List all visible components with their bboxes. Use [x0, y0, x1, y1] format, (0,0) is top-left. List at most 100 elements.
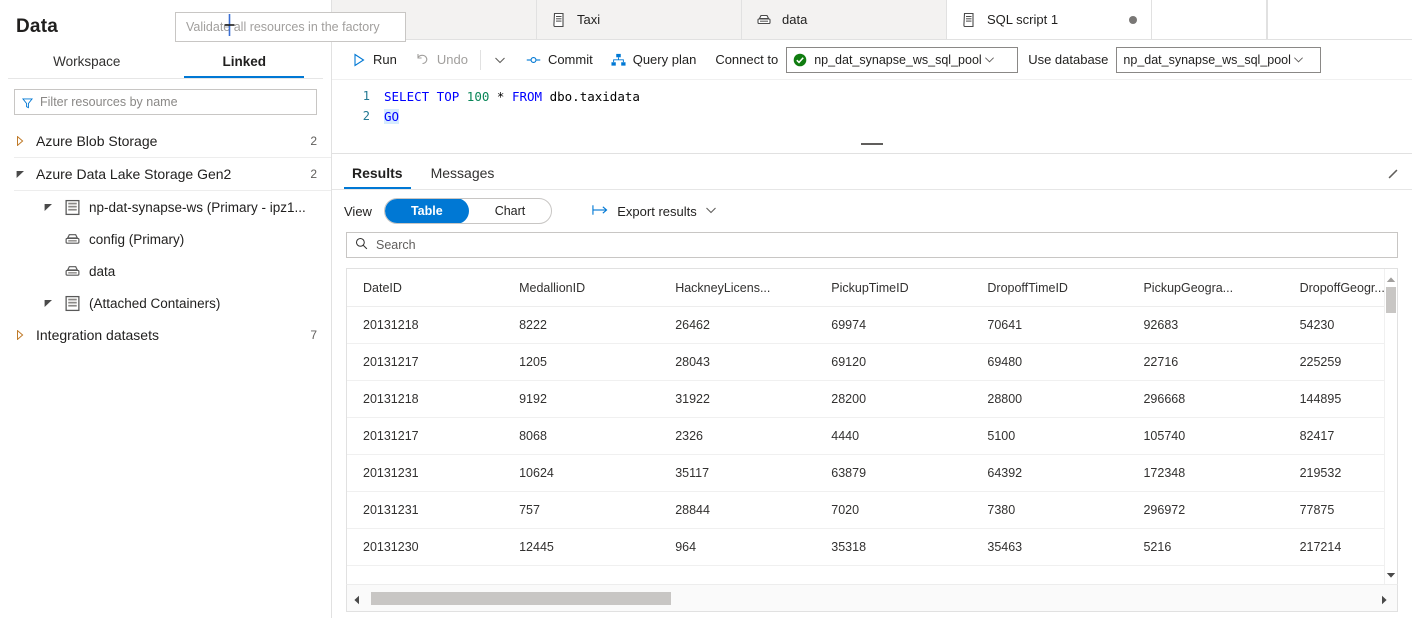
- tab-messages[interactable]: Messages: [423, 165, 503, 189]
- tree-item-integration-datasets[interactable]: Integration datasets 7: [0, 319, 331, 351]
- code-content: GO: [384, 108, 400, 124]
- expand-diagonal-icon[interactable]: [1384, 165, 1402, 183]
- cell: 225259: [1283, 343, 1397, 381]
- cell: 7020: [815, 491, 972, 529]
- results-panel: Results Messages View Table Chart Export…: [332, 154, 1412, 618]
- linked-resources-tree: Azure Blob Storage 2 Azure Data Lake Sto…: [0, 125, 331, 351]
- results-search-row: Search: [332, 232, 1412, 268]
- chevron-down-icon[interactable]: [42, 297, 54, 309]
- tab-workspace[interactable]: Workspace: [8, 48, 166, 78]
- column-header-dateid[interactable]: DateID: [347, 269, 504, 307]
- connect-to-dropdown[interactable]: np_dat_synapse_ws_sql_pool: [786, 46, 1019, 73]
- cell: 92683: [1127, 306, 1284, 344]
- results-table-body: 20131218 8222 26462 69974 70641 92683 54…: [347, 306, 1397, 566]
- column-header-medallionid[interactable]: MedallionID: [503, 269, 660, 307]
- tree-item-count: 2: [310, 167, 317, 181]
- filter-placeholder: Filter resources by name: [40, 95, 178, 109]
- view-option-chart[interactable]: Chart: [469, 199, 552, 223]
- column-header-dropoffgeography[interactable]: DropoffGeogr...: [1283, 269, 1397, 307]
- unsaved-changes-indicator: [1129, 15, 1137, 24]
- results-horizontal-scrollbar[interactable]: [346, 584, 1398, 612]
- chevron-right-icon[interactable]: [14, 135, 26, 147]
- cell: 964: [659, 528, 816, 566]
- pane-splitter[interactable]: [332, 136, 1412, 154]
- table-row[interactable]: 20131218 9192 31922 28200 28800 296668 1…: [347, 380, 1397, 418]
- cell: 20131230: [347, 528, 504, 566]
- scroll-down-icon[interactable]: [1386, 567, 1396, 582]
- query-plan-button[interactable]: Query plan: [602, 48, 706, 71]
- undo-label: Undo: [436, 52, 468, 67]
- cell: 20131218: [347, 306, 504, 344]
- chevron-right-icon[interactable]: [14, 329, 26, 341]
- export-results-button[interactable]: Export results: [586, 200, 722, 223]
- document-tabstrip: SQL Taxi: [332, 0, 1412, 40]
- results-vertical-scrollbar[interactable]: [1384, 269, 1397, 584]
- horizontal-scroll-thumb[interactable]: [371, 591, 671, 605]
- results-grid-scroll[interactable]: DateID MedallionID HackneyLicens... Pick…: [347, 269, 1397, 584]
- scroll-right-icon[interactable]: [1381, 593, 1391, 605]
- undo-button[interactable]: Undo: [406, 48, 477, 71]
- code-line: 1 SELECT TOP 100 * FROM dbo.taxidata: [332, 86, 1412, 106]
- tree-item-azure-data-lake-storage-gen2[interactable]: Azure Data Lake Storage Gen2 2: [0, 158, 331, 190]
- tree-item-data[interactable]: data: [0, 255, 331, 287]
- cell: 69480: [971, 343, 1128, 381]
- cell: 296668: [1127, 380, 1284, 418]
- scroll-left-icon[interactable]: [353, 593, 363, 605]
- run-button[interactable]: Run: [342, 48, 406, 71]
- tree-item-config-primary[interactable]: config (Primary): [0, 223, 331, 255]
- use-database-dropdown[interactable]: np_dat_synapse_ws_sql_pool: [1116, 46, 1322, 73]
- cell: 69974: [815, 306, 972, 344]
- column-header-dropofftimeid[interactable]: DropoffTimeID: [971, 269, 1128, 307]
- splitter-grip[interactable]: [861, 143, 883, 145]
- doc-tab-sql-script-1[interactable]: SQL script 1: [947, 0, 1152, 39]
- cell: 69120: [815, 343, 972, 381]
- vertical-scroll-thumb[interactable]: [1386, 287, 1396, 313]
- chevron-down-icon[interactable]: [42, 201, 54, 213]
- cell: 28043: [659, 343, 816, 381]
- scroll-up-icon[interactable]: [1386, 271, 1396, 286]
- view-label: View: [344, 203, 372, 219]
- doc-tab-taxi[interactable]: Taxi: [537, 0, 742, 39]
- sql-code-editor[interactable]: 1 SELECT TOP 100 * FROM dbo.taxidata 2 G…: [332, 80, 1412, 136]
- column-header-hackneylicense[interactable]: HackneyLicens...: [659, 269, 816, 307]
- table-row[interactable]: 20131217 1205 28043 69120 69480 22716 22…: [347, 343, 1397, 381]
- bottom-padding: [332, 612, 1412, 618]
- tabstrip-filler: [1267, 0, 1412, 39]
- sql-script-icon: [551, 12, 567, 28]
- cell: 77875: [1283, 491, 1397, 529]
- table-row[interactable]: 20131218 8222 26462 69974 70641 92683 54…: [347, 306, 1397, 344]
- cell: 757: [503, 491, 660, 529]
- column-header-pickuptimeid[interactable]: PickupTimeID: [815, 269, 972, 307]
- sql-command-bar: Run Undo Commit Query plan Connect to np…: [332, 40, 1412, 80]
- tab-results[interactable]: Results: [344, 165, 411, 189]
- column-header-pickupgeography[interactable]: PickupGeogra...: [1127, 269, 1284, 307]
- table-row[interactable]: 20131231 10624 35117 63879 64392 172348 …: [347, 454, 1397, 492]
- tree-item-np-dat-synapse-ws[interactable]: np-dat-synapse-ws (Primary - ipz1...: [0, 191, 331, 223]
- chevron-down-icon[interactable]: [14, 168, 26, 180]
- doc-tab-data[interactable]: data: [742, 0, 947, 39]
- filter-resources-input[interactable]: Filter resources by name: [14, 89, 317, 115]
- tab-linked[interactable]: Linked: [166, 48, 324, 78]
- cell: 105740: [1127, 417, 1284, 455]
- cell: 9192: [503, 380, 660, 418]
- tree-item-label: Integration datasets: [36, 327, 159, 343]
- chevron-down-icon: [983, 54, 996, 65]
- tree-item-azure-blob-storage[interactable]: Azure Blob Storage 2: [0, 125, 331, 157]
- results-search-input[interactable]: Search: [346, 232, 1398, 258]
- doc-tab-label: SQL script 1: [987, 12, 1059, 27]
- funnel-icon: [21, 97, 34, 108]
- undo-dropdown-button[interactable]: [484, 48, 517, 71]
- table-row[interactable]: 20131230 12445 964 35318 35463 5216 2172…: [347, 528, 1397, 566]
- cell: 144895: [1283, 380, 1397, 418]
- table-row[interactable]: 20131217 8068 2326 4440 5100 105740 8241…: [347, 417, 1397, 455]
- results-view-bar: View Table Chart Export results: [332, 190, 1412, 232]
- play-icon: [351, 52, 366, 67]
- tree-item-attached-containers[interactable]: (Attached Containers): [0, 287, 331, 319]
- query-plan-label: Query plan: [632, 52, 697, 67]
- cell: 35463: [971, 528, 1128, 566]
- view-option-table[interactable]: Table: [384, 199, 469, 223]
- commit-button[interactable]: Commit: [517, 48, 602, 71]
- cell: 172348: [1127, 454, 1284, 492]
- view-toggle: Table Chart: [383, 198, 553, 224]
- table-row[interactable]: 20131231 757 28844 7020 7380 296972 7787…: [347, 491, 1397, 529]
